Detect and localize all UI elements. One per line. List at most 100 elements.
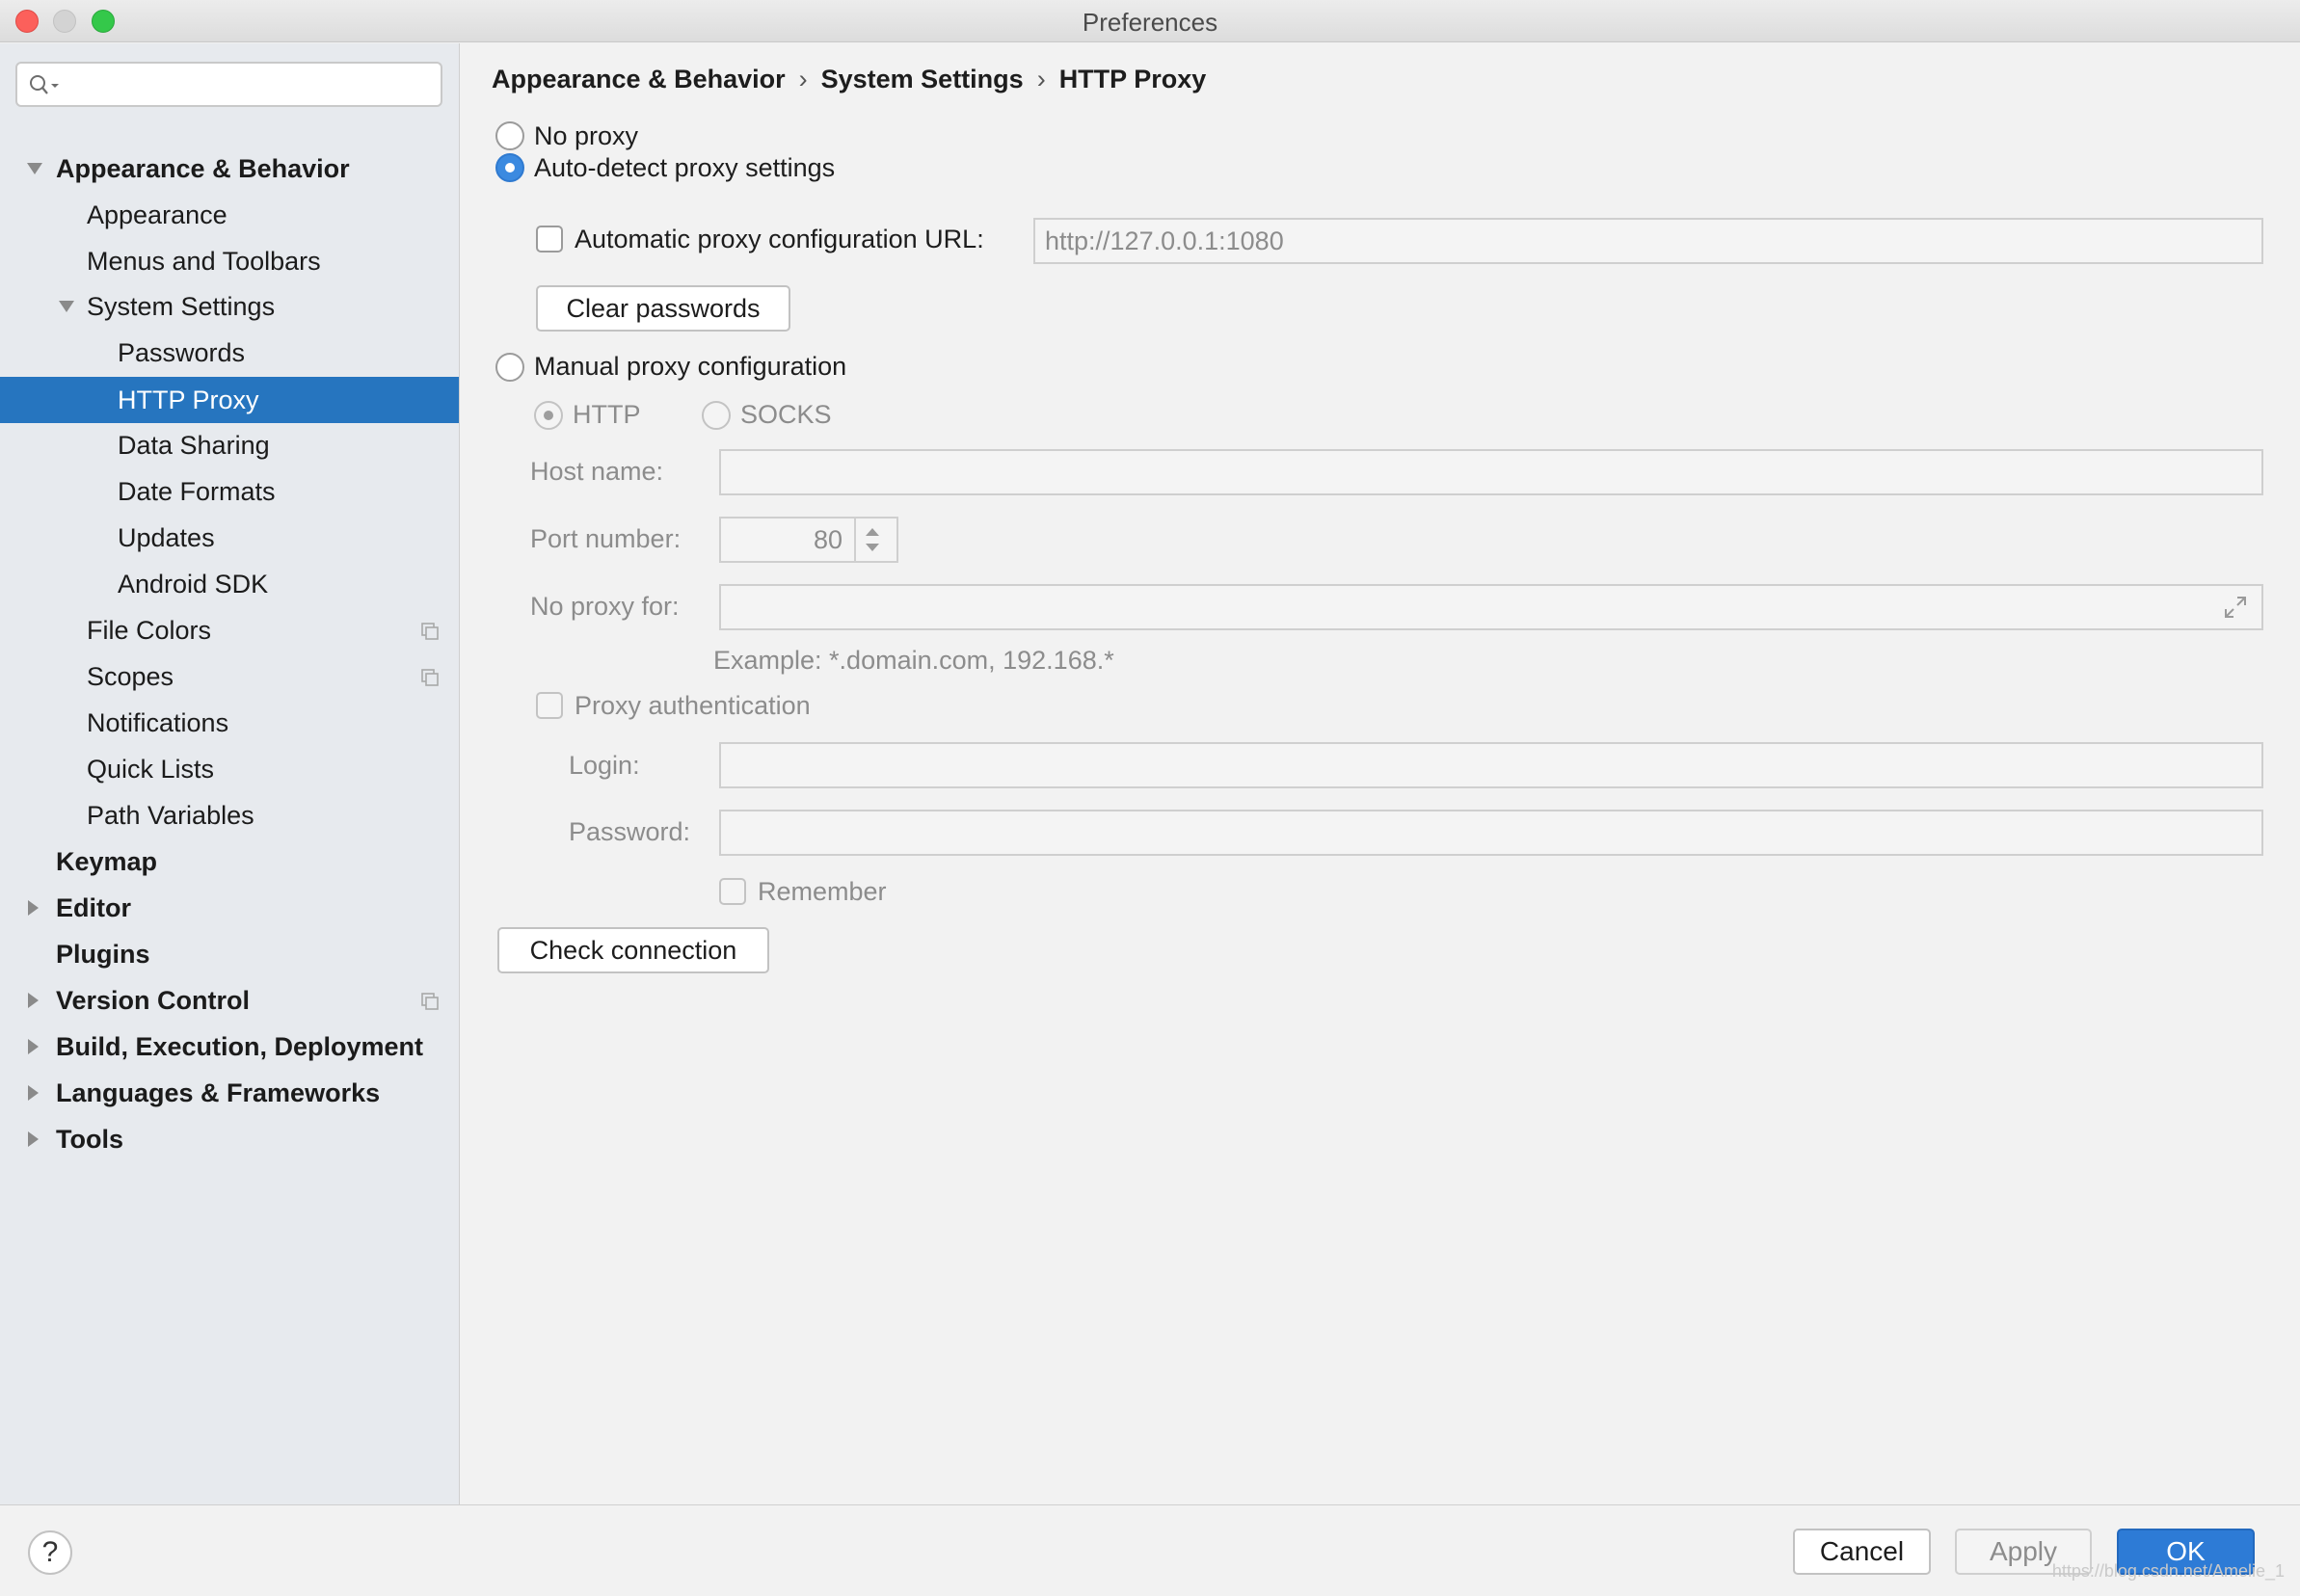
no-proxy-label[interactable]: No proxy (534, 120, 638, 152)
sidebar-item-android-sdk[interactable]: Android SDK (0, 562, 459, 606)
collapse-arrow-icon[interactable] (25, 1024, 44, 1069)
sidebar-item-build-execution-deployment[interactable]: Build, Execution, Deployment (0, 1024, 459, 1069)
no-proxy-example: Example: *.domain.com, 192.168.* (713, 646, 1114, 675)
search-input[interactable] (15, 62, 442, 107)
proxy-auth-checkbox[interactable] (536, 692, 563, 719)
dialog-footer: ? Cancel Apply OK https://blog.csdn.net/… (0, 1504, 2300, 1596)
collapse-arrow-icon[interactable] (25, 886, 44, 930)
auto-detect-radio[interactable] (495, 153, 524, 182)
auto-proxy-url-checkbox[interactable] (536, 226, 563, 253)
sidebar-item-label: System Settings (87, 292, 276, 321)
sidebar-item-label: Editor (56, 893, 131, 922)
sidebar-item-passwords[interactable]: Passwords (0, 331, 459, 375)
breadcrumb-item[interactable]: Appearance & Behavior (492, 65, 786, 93)
sidebar-item-appearance[interactable]: Appearance (0, 193, 459, 237)
login-field[interactable] (719, 742, 2263, 788)
sidebar-item-label: Build, Execution, Deployment (56, 1032, 424, 1061)
sidebar-item-editor[interactable]: Editor (0, 886, 459, 930)
breadcrumb: Appearance & Behavior › System Settings › HT… (492, 57, 1206, 101)
manual-proxy-radio[interactable] (495, 353, 524, 382)
window-title: Preferences (1082, 8, 1218, 37)
auto-proxy-url-label[interactable]: Automatic proxy configuration URL: (575, 223, 984, 255)
title-bar: Preferences (0, 0, 2300, 42)
login-label: Login: (569, 751, 640, 780)
proxy-auth-label[interactable]: Proxy authentication (575, 689, 811, 722)
sidebar-item-label: File Colors (87, 616, 212, 645)
http-radio[interactable] (534, 401, 563, 430)
port-number-label: Port number: (530, 524, 682, 553)
sidebar-item-notifications[interactable]: Notifications (0, 701, 459, 745)
sidebar-item-system-settings[interactable]: System Settings (0, 284, 459, 329)
collapse-arrow-icon[interactable] (25, 978, 44, 1023)
host-name-label: Host name: (530, 457, 664, 486)
sidebar-item-menus-toolbars[interactable]: Menus and Toolbars (0, 239, 459, 283)
sidebar-item-scopes[interactable]: Scopes (0, 654, 459, 699)
settings-sidebar: Appearance & Behavior Appearance Menus a… (0, 43, 460, 1504)
clear-passwords-button[interactable]: Clear passwords (536, 285, 790, 332)
project-level-icon (421, 669, 439, 686)
sidebar-item-tools[interactable]: Tools (0, 1117, 459, 1161)
sidebar-item-plugins[interactable]: Plugins (0, 932, 459, 976)
remember-checkbox[interactable] (719, 878, 746, 905)
collapse-arrow-icon[interactable] (25, 1117, 44, 1161)
sidebar-item-path-variables[interactable]: Path Variables (0, 793, 459, 838)
sidebar-item-keymap[interactable]: Keymap (0, 839, 459, 884)
expand-arrow-icon[interactable] (25, 146, 44, 191)
no-proxy-for-label: No proxy for: (530, 592, 680, 621)
sidebar-item-label: Date Formats (118, 477, 276, 506)
cancel-button[interactable]: Cancel (1793, 1529, 1931, 1575)
sidebar-item-date-formats[interactable]: Date Formats (0, 469, 459, 514)
sidebar-item-label: Languages & Frameworks (56, 1078, 381, 1107)
breadcrumb-item[interactable]: System Settings (821, 65, 1024, 93)
sidebar-item-label: Quick Lists (87, 755, 215, 784)
preferences-window: Preferences Appearance & Behavior Appear… (0, 0, 2300, 1596)
sidebar-item-updates[interactable]: Updates (0, 516, 459, 560)
sidebar-item-version-control[interactable]: Version Control (0, 978, 459, 1023)
sidebar-item-label: HTTP Proxy (118, 386, 259, 414)
sidebar-item-label: Appearance & Behavior (56, 154, 350, 183)
sidebar-item-label: Version Control (56, 986, 251, 1015)
socks-label[interactable]: SOCKS (740, 398, 832, 431)
project-level-icon (421, 993, 439, 1010)
manual-proxy-label[interactable]: Manual proxy configuration (534, 350, 846, 383)
collapse-arrow-icon[interactable] (25, 1071, 44, 1115)
sidebar-item-label: Appearance (87, 200, 227, 229)
host-name-field[interactable] (719, 449, 2263, 495)
sidebar-item-label: Notifications (87, 708, 229, 737)
password-label: Password: (569, 817, 691, 846)
sidebar-item-appearance-behavior[interactable]: Appearance & Behavior (0, 146, 459, 191)
sidebar-item-label: Plugins (56, 940, 150, 969)
sidebar-item-data-sharing[interactable]: Data Sharing (0, 423, 459, 467)
sidebar-item-label: Data Sharing (118, 431, 270, 460)
no-proxy-radio[interactable] (495, 121, 524, 150)
stepper-arrows-icon (866, 528, 879, 551)
http-label[interactable]: HTTP (573, 398, 641, 431)
sidebar-item-quick-lists[interactable]: Quick Lists (0, 747, 459, 791)
sidebar-item-file-colors[interactable]: File Colors (0, 608, 459, 652)
sidebar-item-http-proxy[interactable]: HTTP Proxy (0, 377, 459, 423)
sidebar-item-label: Menus and Toolbars (87, 247, 321, 276)
breadcrumb-separator: › (798, 65, 808, 93)
check-connection-button[interactable]: Check connection (497, 927, 769, 973)
auto-detect-label[interactable]: Auto-detect proxy settings (534, 151, 835, 184)
password-field[interactable] (719, 810, 2263, 856)
sidebar-item-label: Scopes (87, 662, 174, 691)
help-button[interactable]: ? (28, 1530, 72, 1575)
search-icon (30, 75, 59, 94)
sidebar-item-label: Updates (118, 523, 215, 552)
sidebar-item-languages-frameworks[interactable]: Languages & Frameworks (0, 1071, 459, 1115)
breadcrumb-item: HTTP Proxy (1058, 65, 1207, 93)
sidebar-item-label: Path Variables (87, 801, 254, 830)
expand-icon[interactable] (2223, 595, 2248, 620)
sidebar-item-label: Tools (56, 1125, 123, 1154)
breadcrumb-separator: › (1036, 65, 1046, 93)
expand-arrow-icon[interactable] (57, 284, 76, 329)
remember-label[interactable]: Remember (758, 875, 887, 908)
socks-radio[interactable] (702, 401, 731, 430)
sidebar-item-label: Keymap (56, 847, 158, 876)
no-proxy-for-field[interactable] (719, 584, 2263, 630)
auto-proxy-url-field[interactable]: http://127.0.0.1:1080 (1033, 218, 2263, 264)
project-level-icon (421, 623, 439, 640)
port-stepper[interactable] (854, 519, 889, 561)
sidebar-item-label: Android SDK (118, 570, 269, 598)
